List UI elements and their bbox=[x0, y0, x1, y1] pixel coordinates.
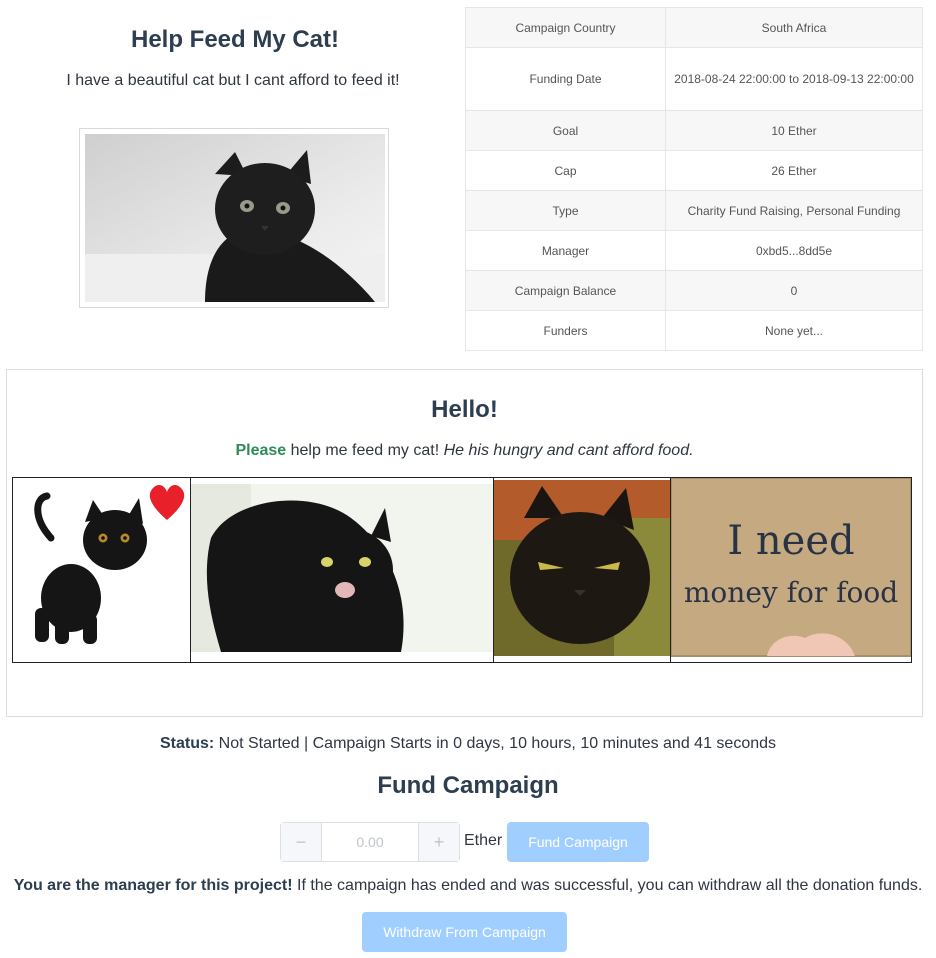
status-text: Not Started | Campaign Starts in 0 days,… bbox=[214, 735, 777, 752]
story-heading: Hello! bbox=[431, 396, 498, 423]
table-row: Cap 26 Ether bbox=[465, 150, 923, 191]
hissing-cat-photo bbox=[191, 478, 494, 662]
photo-gallery: I need money for food bbox=[12, 477, 912, 663]
detail-value: 26 Ether bbox=[665, 150, 923, 191]
decrement-button[interactable]: − bbox=[281, 823, 322, 861]
table-row: Goal 10 Ether bbox=[465, 110, 923, 151]
amount-stepper[interactable]: − 0.00 + bbox=[280, 822, 460, 862]
campaign-title: Help Feed My Cat! bbox=[130, 26, 340, 53]
campaign-description: I have a beautiful cat but I cant afford… bbox=[66, 72, 400, 89]
status-label: Status: bbox=[159, 735, 215, 752]
detail-label: Campaign Balance bbox=[465, 270, 666, 311]
detail-value: Charity Fund Raising, Personal Funding bbox=[665, 190, 923, 231]
amount-input[interactable]: 0.00 bbox=[322, 823, 418, 861]
detail-label: Campaign Country bbox=[465, 7, 666, 48]
fund-campaign-button[interactable]: Fund Campaign bbox=[507, 822, 649, 862]
detail-value: 0 bbox=[665, 270, 923, 311]
table-row: Manager 0xbd5...8dd5e bbox=[465, 230, 923, 271]
need-money-sign-photo: I need money for food bbox=[671, 478, 911, 662]
campaign-status: Status: Not Started | Campaign Starts in… bbox=[0, 735, 936, 753]
kitten-heart-photo bbox=[13, 478, 191, 662]
detail-label: Funders bbox=[465, 310, 666, 351]
detail-label: Manager bbox=[465, 230, 666, 271]
table-row: Campaign Country South Africa bbox=[465, 7, 923, 48]
sign-line-1: I need bbox=[727, 518, 854, 564]
campaign-image bbox=[79, 128, 389, 308]
grumpy-cat-photo bbox=[494, 478, 671, 662]
table-row: Type Charity Fund Raising, Personal Fund… bbox=[465, 190, 923, 231]
detail-label: Funding Date bbox=[465, 47, 666, 111]
detail-value: None yet... bbox=[665, 310, 923, 351]
detail-label: Type bbox=[465, 190, 666, 231]
sign-line-2: money for food bbox=[684, 576, 898, 609]
story-italic-text: He his hungry and cant afford food. bbox=[443, 442, 694, 459]
manager-notice-text: If the campaign has ended and was succes… bbox=[292, 877, 923, 894]
detail-label: Cap bbox=[465, 150, 666, 191]
black-cat-photo bbox=[85, 134, 385, 302]
detail-label: Goal bbox=[465, 110, 666, 151]
table-row: Campaign Balance 0 bbox=[465, 270, 923, 311]
table-row: Funders None yet... bbox=[465, 310, 923, 351]
increment-button[interactable]: + bbox=[418, 823, 459, 861]
detail-value: 10 Ether bbox=[665, 110, 923, 151]
detail-value: South Africa bbox=[665, 7, 923, 48]
fund-campaign-heading: Fund Campaign bbox=[377, 772, 559, 799]
table-row: Funding Date 2018-08-24 22:00:00 to 2018… bbox=[465, 47, 923, 111]
story-plain-text: help me feed my cat! bbox=[286, 442, 444, 459]
story-text: Please help me feed my cat! He his hungr… bbox=[7, 442, 922, 460]
campaign-story-panel: Hello! Please help me feed my cat! He hi… bbox=[6, 369, 923, 717]
manager-notice: You are the manager for this project! If… bbox=[0, 877, 936, 895]
detail-value: 2018-08-24 22:00:00 to 2018-09-13 22:00:… bbox=[665, 47, 923, 111]
please-highlight: Please bbox=[235, 442, 287, 459]
campaign-details-table: Campaign Country South Africa Funding Da… bbox=[465, 7, 923, 351]
detail-value: 0xbd5...8dd5e bbox=[665, 230, 923, 271]
manager-notice-bold: You are the manager for this project! bbox=[13, 877, 293, 894]
currency-unit: Ether bbox=[464, 832, 503, 849]
withdraw-button[interactable]: Withdraw From Campaign bbox=[362, 912, 567, 952]
